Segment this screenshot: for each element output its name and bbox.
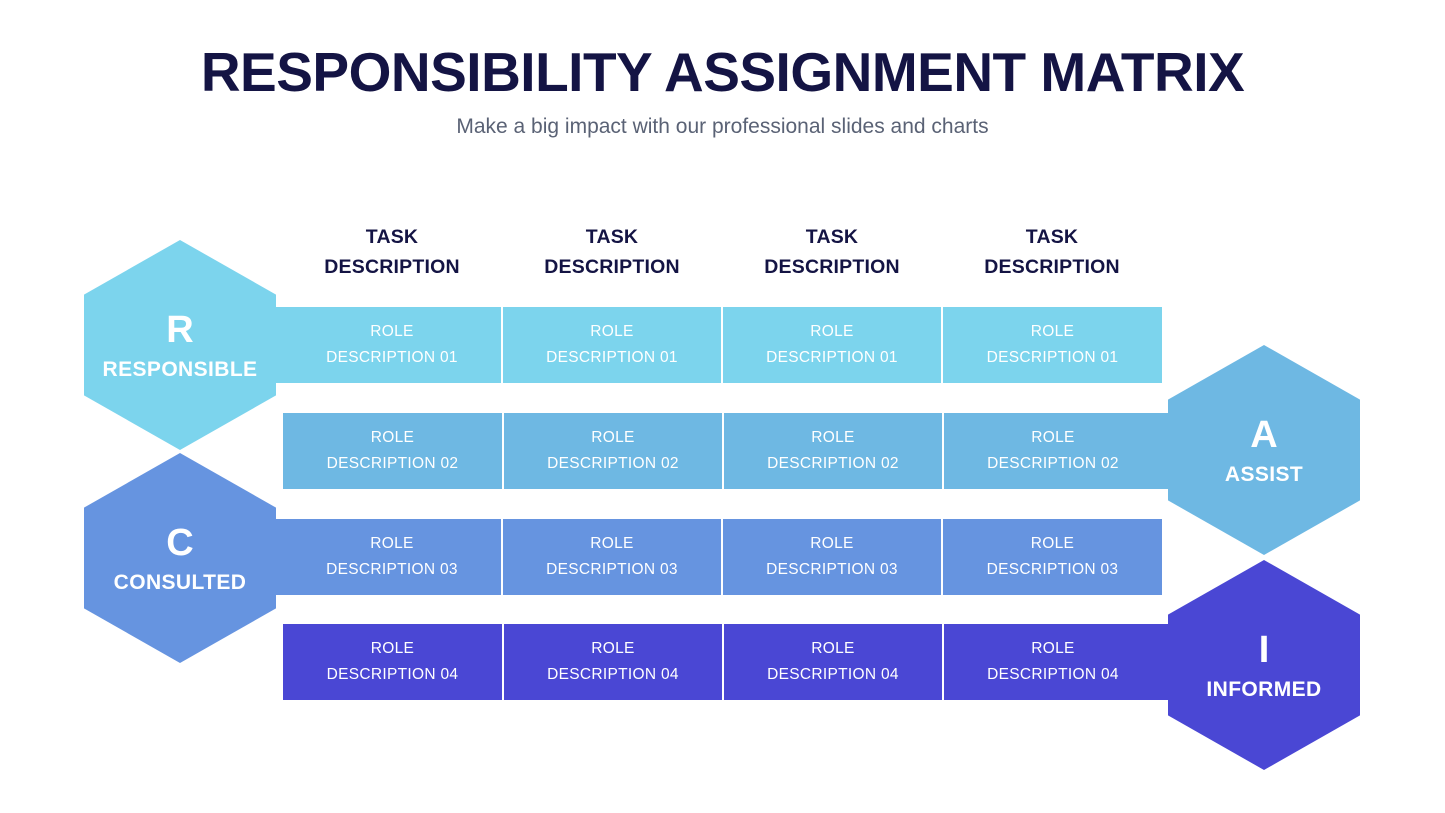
column-header-3-line2: DESCRIPTION <box>764 256 900 279</box>
cell-line2: DESCRIPTION 01 <box>546 349 678 366</box>
cell-line2: DESCRIPTION 03 <box>326 561 458 578</box>
matrix-row-responsible: ROLE DESCRIPTION 01 ROLE DESCRIPTION 01 … <box>271 307 1162 383</box>
cell-line2: DESCRIPTION 02 <box>767 455 899 472</box>
cell-line1: ROLE <box>370 639 415 657</box>
matrix-cell-r2c1[interactable]: ROLE DESCRIPTION 02 <box>283 413 502 489</box>
cell-line2: DESCRIPTION 02 <box>326 455 459 472</box>
cell-line1: ROLE <box>1030 534 1075 552</box>
cell-line2: DESCRIPTION 01 <box>326 349 458 366</box>
cell-line2: DESCRIPTION 02 <box>547 455 679 472</box>
column-header-1-line2: DESCRIPTION <box>324 256 460 279</box>
matrix-cell-r4c4[interactable]: ROLE DESCRIPTION 04 <box>942 624 1175 700</box>
hexagon-consulted-label: CONSULTED <box>113 570 247 594</box>
hexagon-consulted-letter: C <box>166 521 194 564</box>
cell-line1: ROLE <box>370 428 415 446</box>
cell-line1: ROLE <box>811 428 855 446</box>
page-subtitle: Make a big impact with our professional … <box>456 115 989 138</box>
matrix-row-informed: ROLE DESCRIPTION 04 ROLE DESCRIPTION 04 … <box>283 624 1175 700</box>
matrix-cell-r1c3[interactable]: ROLE DESCRIPTION 01 <box>721 307 941 383</box>
cell-line1: ROLE <box>591 428 635 446</box>
page-title: RESPONSIBILITY ASSIGNMENT MATRIX <box>200 41 1245 103</box>
matrix-cell-r1c1[interactable]: ROLE DESCRIPTION 01 <box>271 307 501 383</box>
column-header-3: TASK DESCRIPTION <box>717 222 947 282</box>
cell-line1: ROLE <box>1030 322 1075 340</box>
cell-line2: DESCRIPTION 04 <box>987 666 1119 683</box>
hexagon-informed-label: INFORMED <box>1206 677 1322 701</box>
matrix-row-consulted: ROLE DESCRIPTION 03 ROLE DESCRIPTION 03 … <box>271 519 1162 595</box>
cell-line1: ROLE <box>1031 639 1075 657</box>
matrix-cell-r2c4[interactable]: ROLE DESCRIPTION 02 <box>942 413 1175 489</box>
matrix-row-assist: ROLE DESCRIPTION 02 ROLE DESCRIPTION 02 … <box>283 413 1175 489</box>
column-header-1: TASK DESCRIPTION <box>277 222 507 282</box>
cell-line2: DESCRIPTION 03 <box>986 561 1119 578</box>
cell-line1: ROLE <box>810 322 854 340</box>
cell-line1: ROLE <box>590 534 634 552</box>
hexagon-informed-letter: I <box>1258 628 1270 671</box>
cell-line1: ROLE <box>1031 428 1075 446</box>
matrix-cell-r3c1[interactable]: ROLE DESCRIPTION 03 <box>271 519 501 595</box>
cell-line1: ROLE <box>370 322 414 340</box>
matrix-cell-r3c2[interactable]: ROLE DESCRIPTION 03 <box>501 519 721 595</box>
hexagon-assist[interactable]: A ASSIST <box>1168 345 1360 555</box>
cell-line2: DESCRIPTION 01 <box>766 349 898 366</box>
column-header-3-line1: TASK <box>805 226 859 248</box>
hexagon-responsible-letter: R <box>166 308 194 351</box>
hexagon-responsible-label: RESPONSIBLE <box>102 357 258 381</box>
column-header-1-line1: TASK <box>365 226 419 248</box>
column-header-2: TASK DESCRIPTION <box>497 222 727 282</box>
matrix-cell-r3c4[interactable]: ROLE DESCRIPTION 03 <box>941 519 1162 595</box>
cell-line1: ROLE <box>591 639 635 657</box>
cell-line1: ROLE <box>590 322 634 340</box>
cell-line2: DESCRIPTION 01 <box>986 349 1119 366</box>
cell-line1: ROLE <box>370 534 414 552</box>
matrix-cell-r4c3[interactable]: ROLE DESCRIPTION 04 <box>722 624 942 700</box>
cell-line2: DESCRIPTION 02 <box>987 455 1119 472</box>
cell-line2: DESCRIPTION 04 <box>326 666 459 683</box>
cell-line2: DESCRIPTION 03 <box>546 561 678 578</box>
hexagon-informed[interactable]: I INFORMED <box>1168 560 1360 770</box>
matrix-cell-r2c3[interactable]: ROLE DESCRIPTION 02 <box>722 413 942 489</box>
hexagon-assist-letter: A <box>1250 413 1278 456</box>
cell-line1: ROLE <box>811 639 855 657</box>
matrix-cell-r1c4[interactable]: ROLE DESCRIPTION 01 <box>941 307 1162 383</box>
column-header-2-line1: TASK <box>585 226 639 248</box>
matrix-cell-r2c2[interactable]: ROLE DESCRIPTION 02 <box>502 413 722 489</box>
hexagon-assist-label: ASSIST <box>1224 462 1304 486</box>
cell-line2: DESCRIPTION 04 <box>767 666 899 683</box>
column-header-4-line1: TASK <box>1025 226 1079 248</box>
column-header-4-line2: DESCRIPTION <box>984 256 1120 279</box>
hexagon-consulted[interactable]: C CONSULTED <box>84 453 276 663</box>
matrix-cell-r1c2[interactable]: ROLE DESCRIPTION 01 <box>501 307 721 383</box>
column-header-4: TASK DESCRIPTION <box>937 222 1167 282</box>
hexagon-responsible[interactable]: R RESPONSIBLE <box>84 240 276 450</box>
cell-line2: DESCRIPTION 03 <box>766 561 898 578</box>
cell-line2: DESCRIPTION 04 <box>547 666 679 683</box>
matrix-cell-r3c3[interactable]: ROLE DESCRIPTION 03 <box>721 519 941 595</box>
raci-matrix-slide: RESPONSIBILITY ASSIGNMENT MATRIX Make a … <box>0 0 1445 813</box>
column-header-2-line2: DESCRIPTION <box>544 256 680 279</box>
matrix-cell-r4c1[interactable]: ROLE DESCRIPTION 04 <box>283 624 502 700</box>
cell-line1: ROLE <box>810 534 854 552</box>
matrix-cell-r4c2[interactable]: ROLE DESCRIPTION 04 <box>502 624 722 700</box>
